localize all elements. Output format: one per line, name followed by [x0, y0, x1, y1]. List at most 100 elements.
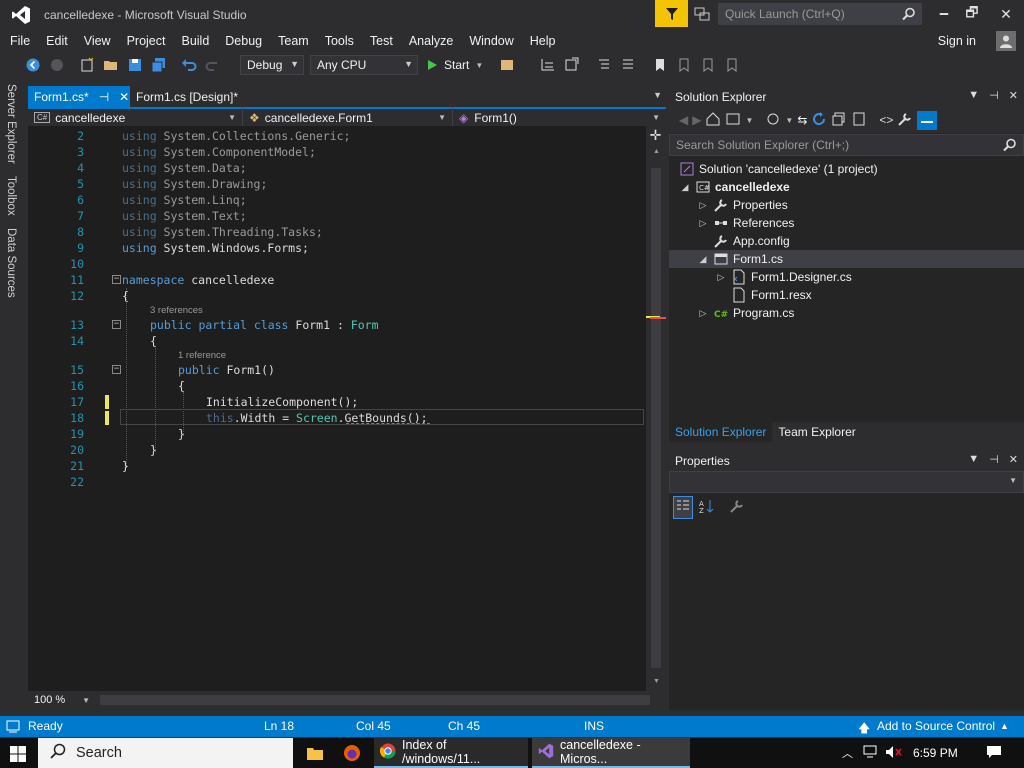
- navigate-forward-icon[interactable]: [46, 54, 68, 76]
- file-explorer-icon[interactable]: [302, 738, 328, 768]
- add-to-source-control-button[interactable]: Add to Source Control: [877, 719, 995, 733]
- show-hidden-icons-chevron-up-icon[interactable]: ︿: [842, 745, 853, 761]
- status-insert-mode[interactable]: INS: [584, 719, 604, 733]
- menu-help[interactable]: Help: [522, 30, 564, 52]
- horizontal-scroll-thumb[interactable]: [100, 695, 650, 705]
- menu-analyze[interactable]: Analyze: [401, 30, 461, 52]
- status-line[interactable]: Ln 18: [264, 719, 294, 733]
- sign-in-link[interactable]: Sign in: [938, 34, 976, 48]
- menu-file[interactable]: File: [0, 30, 38, 52]
- tree-item-solution[interactable]: Solution 'cancelledexe' (1 project): [669, 160, 1024, 178]
- next-bookmark-icon[interactable]: [697, 54, 719, 76]
- browser-link-icon[interactable]: [497, 54, 519, 76]
- notification-flag-icon[interactable]: [655, 0, 688, 27]
- breakpoint-toggle-icon[interactable]: [561, 54, 583, 76]
- close-icon[interactable]: ✕: [1009, 89, 1018, 102]
- server-explorer-tab[interactable]: Server Explorer: [5, 84, 17, 164]
- taskbar-chrome-window[interactable]: Index of /windows/11...: [374, 738, 528, 768]
- chevron-down-icon[interactable]: ▼: [785, 116, 793, 125]
- uncomment-lines-icon[interactable]: [617, 54, 639, 76]
- error-squiggle[interactable]: [346, 422, 430, 424]
- start-debugging-button[interactable]: Start ▼: [426, 58, 483, 72]
- auto-hide-pin-icon[interactable]: ⊣: [989, 453, 999, 466]
- tab-team-explorer[interactable]: Team Explorer: [772, 422, 861, 442]
- firefox-icon[interactable]: [338, 738, 366, 768]
- menu-project[interactable]: Project: [119, 30, 174, 52]
- close-icon[interactable]: ✕: [1009, 453, 1018, 466]
- tree-item-form1-resx[interactable]: Form1.resx: [669, 286, 1024, 304]
- menu-test[interactable]: Test: [362, 30, 401, 52]
- collapsed-arrow-icon[interactable]: ▷: [697, 218, 709, 229]
- clock[interactable]: 6:59 PM: [913, 746, 958, 760]
- tree-item-properties[interactable]: ▷ Properties: [669, 196, 1024, 214]
- toggle-hierarchy-icon[interactable]: [537, 54, 559, 76]
- collapsed-arrow-icon[interactable]: ▷: [715, 272, 727, 283]
- solution-configuration-select[interactable]: Debug ▼: [240, 55, 304, 75]
- feedback-icon[interactable]: [694, 6, 710, 22]
- comment-lines-icon[interactable]: [593, 54, 615, 76]
- solution-platform-select[interactable]: Any CPU ▼: [310, 55, 418, 75]
- navigate-back-icon[interactable]: [22, 54, 44, 76]
- menu-debug[interactable]: Debug: [217, 30, 270, 52]
- close-icon[interactable]: ✕: [119, 90, 129, 104]
- scroll-down-icon[interactable]: ▼: [653, 678, 660, 685]
- project-dropdown[interactable]: C# cancelledexe ▼: [28, 108, 243, 127]
- type-dropdown[interactable]: ❖ cancelledexe.Form1 ▼: [243, 108, 453, 127]
- editor-vertical-scrollbar[interactable]: ✛ ▲ ▼: [646, 126, 666, 691]
- menu-tools[interactable]: Tools: [317, 30, 362, 52]
- taskbar-search-box[interactable]: Search: [38, 738, 293, 768]
- tab-solution-explorer[interactable]: Solution Explorer: [669, 422, 773, 442]
- alphabetical-view-icon[interactable]: AZ: [699, 498, 715, 517]
- collapsed-arrow-icon[interactable]: ▷: [697, 200, 709, 211]
- scrollbar-thumb[interactable]: [651, 168, 661, 668]
- windows-start-icon[interactable]: [10, 746, 26, 765]
- switch-views-icon[interactable]: [725, 111, 741, 130]
- code-editor[interactable]: − − − 2 using System.Collections.Generic;…: [28, 126, 646, 691]
- properties-wrench-icon[interactable]: [897, 111, 913, 130]
- toolbox-tab[interactable]: Toolbox: [5, 176, 17, 216]
- menu-view[interactable]: View: [76, 30, 119, 52]
- quick-launch-input[interactable]: Quick Launch (Ctrl+Q): [718, 3, 922, 25]
- auto-hide-pin-icon[interactable]: ⊣: [989, 89, 999, 102]
- pending-changes-filter-icon[interactable]: [765, 111, 781, 130]
- forward-icon[interactable]: ▶: [692, 113, 701, 127]
- categorized-view-icon[interactable]: [673, 495, 693, 519]
- status-column[interactable]: Col 45: [356, 719, 391, 733]
- collapsed-arrow-icon[interactable]: ▷: [697, 308, 709, 319]
- home-icon[interactable]: [705, 111, 721, 130]
- tree-item-references[interactable]: ▷ References: [669, 214, 1024, 232]
- split-editor-icon[interactable]: ✛: [649, 128, 662, 142]
- refresh-icon[interactable]: [811, 111, 827, 130]
- view-code-icon[interactable]: <>: [879, 113, 893, 127]
- zoom-level-select[interactable]: 100 % ▼: [28, 694, 92, 706]
- tab-form1-design[interactable]: Form1.cs [Design]*: [130, 86, 244, 107]
- save-icon[interactable]: [124, 54, 146, 76]
- collapse-all-icon[interactable]: [831, 111, 847, 130]
- data-sources-tab[interactable]: Data Sources: [5, 228, 17, 298]
- menu-window[interactable]: Window: [461, 30, 521, 52]
- status-character[interactable]: Ch 45: [448, 719, 480, 733]
- taskbar-visual-studio-window[interactable]: cancelledexe - Micros...: [532, 738, 690, 768]
- show-all-files-icon[interactable]: [851, 111, 867, 130]
- scroll-up-icon[interactable]: ▲: [653, 148, 660, 155]
- tree-item-form1-cs[interactable]: ◢ Form1.cs: [669, 250, 1024, 268]
- menu-edit[interactable]: Edit: [38, 30, 76, 52]
- object-selector-dropdown[interactable]: ▼: [669, 471, 1024, 493]
- network-icon[interactable]: [863, 745, 879, 762]
- tree-item-project[interactable]: ◢ C# cancelledexe: [669, 178, 1024, 196]
- window-position-chevron-down-icon[interactable]: ▼: [968, 89, 979, 102]
- previous-bookmark-icon[interactable]: [673, 54, 695, 76]
- menu-build[interactable]: Build: [173, 30, 217, 52]
- clear-bookmarks-icon[interactable]: [721, 54, 743, 76]
- expanded-arrow-icon[interactable]: ◢: [679, 182, 691, 193]
- tree-item-app-config[interactable]: App.config: [669, 232, 1024, 250]
- open-file-icon[interactable]: [100, 54, 122, 76]
- tab-overflow-chevron-down-icon[interactable]: ▼: [653, 90, 662, 100]
- account-avatar-icon[interactable]: [996, 31, 1016, 51]
- bookmark-icon[interactable]: [649, 54, 671, 76]
- tab-form1-cs[interactable]: Form1.cs* ⊣ ✕: [28, 86, 130, 107]
- window-position-chevron-down-icon[interactable]: ▼: [968, 453, 979, 466]
- undo-icon[interactable]: [178, 54, 200, 76]
- sync-with-active-document-icon[interactable]: ⇆: [797, 113, 807, 127]
- menu-team[interactable]: Team: [270, 30, 317, 52]
